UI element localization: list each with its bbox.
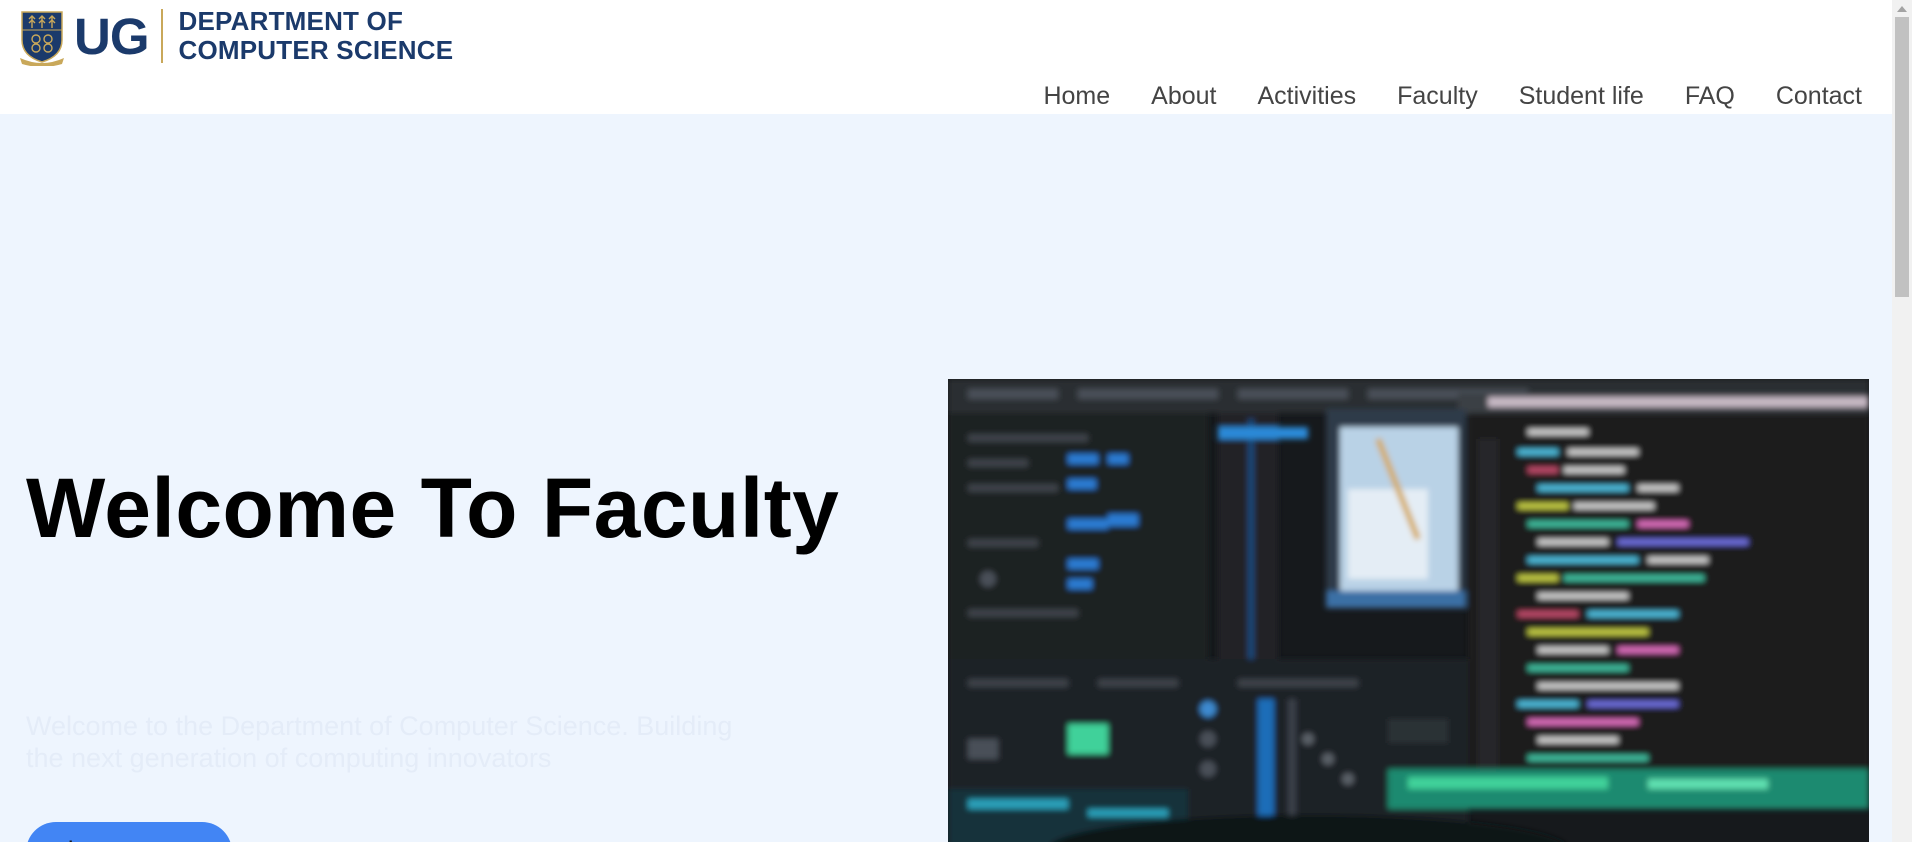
page-scrollbar[interactable] <box>1892 0 1912 842</box>
learn-more-button[interactable]: Learn more <box>26 822 232 842</box>
site-logo[interactable]: UG DEPARTMENT OF COMPUTER SCIENCE <box>18 6 453 66</box>
nav-faculty[interactable]: Faculty <box>1397 82 1478 111</box>
nav-student-life[interactable]: Student life <box>1519 82 1644 111</box>
main-nav: Home About Activities Faculty Student li… <box>1002 82 1862 111</box>
nav-home[interactable]: Home <box>1043 82 1110 111</box>
logo-department-name: DEPARTMENT OF COMPUTER SCIENCE <box>179 7 454 65</box>
nav-about[interactable]: About <box>1151 82 1216 111</box>
scroll-thumb[interactable] <box>1895 17 1909 297</box>
nav-faq[interactable]: FAQ <box>1685 82 1735 111</box>
page: UG DEPARTMENT OF COMPUTER SCIENCE Home A… <box>0 0 1912 842</box>
hero-image <box>948 379 1869 842</box>
logo-dept-line-2: COMPUTER SCIENCE <box>178 35 454 65</box>
nav-contact[interactable]: Contact <box>1776 82 1862 111</box>
hero-subtitle: Welcome to the Department of Computer Sc… <box>26 711 733 773</box>
university-crest-icon <box>20 11 64 66</box>
logo-divider <box>160 9 163 63</box>
logo-dept-line-1: DEPARTMENT OF <box>178 6 404 36</box>
hero-title: Welcome To Faculty <box>26 461 840 555</box>
site-header: UG DEPARTMENT OF COMPUTER SCIENCE Home A… <box>0 0 1892 114</box>
code-monitor-image-icon <box>948 379 1869 842</box>
scroll-up-arrow-icon[interactable] <box>1897 6 1907 12</box>
nav-activities[interactable]: Activities <box>1257 82 1356 111</box>
logo-short-name: UG <box>74 7 149 65</box>
